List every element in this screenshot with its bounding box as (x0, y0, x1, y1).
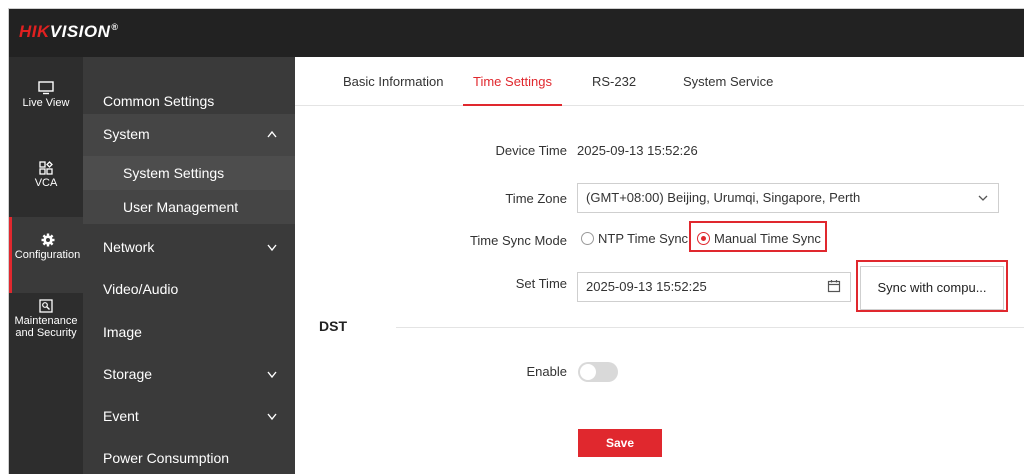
ntp-radio[interactable] (581, 232, 594, 245)
time-sync-mode-label: Time Sync Mode (469, 233, 567, 248)
nav-vca[interactable]: VCA (9, 161, 83, 225)
maintenance-icon (39, 299, 53, 313)
chevron-down-icon (267, 244, 277, 252)
menu-item-system-settings[interactable]: System Settings (83, 156, 295, 190)
nav-maintenance[interactable]: Maintenance and Security (9, 299, 83, 359)
logo-text-red: HIK (19, 22, 50, 41)
menu-item-video-audio-label: Video/Audio (103, 281, 179, 297)
brand-logo: HIKVISION® (19, 22, 119, 42)
chevron-down-icon (267, 371, 277, 379)
settings-menu: Common Settings System System Settings U… (83, 57, 295, 474)
tab-time-settings[interactable]: Time Settings (463, 57, 562, 106)
main-content: Basic Information Time Settings RS-232 S… (295, 57, 1024, 474)
top-bar: HIKVISION® (9, 9, 1024, 57)
chevron-down-icon (978, 195, 988, 201)
manual-sync-highlight-box (689, 221, 827, 252)
dst-enable-toggle[interactable] (578, 362, 618, 382)
menu-item-power-consumption[interactable]: Power Consumption (83, 438, 295, 474)
menu-item-common-settings-label: Common Settings (103, 93, 215, 109)
menu-item-image-label: Image (103, 324, 142, 340)
menu-item-video-audio[interactable]: Video/Audio (83, 269, 295, 309)
menu-item-user-management-label: User Management (123, 199, 239, 215)
menu-item-system[interactable]: System (83, 114, 295, 156)
nav-configuration-label: Configuration (14, 249, 81, 261)
chevron-down-icon (267, 413, 277, 421)
set-time-label: Set Time (515, 276, 567, 291)
menu-item-system-settings-label: System Settings (123, 165, 225, 181)
device-time-value: 2025-09-13 15:52:26 (577, 143, 698, 158)
nav-live-view[interactable]: Live View (9, 81, 83, 145)
time-zone-value: (GMT+08:00) Beijing, Urumqi, Singapore, … (586, 190, 861, 205)
gear-icon (41, 233, 54, 247)
dst-section-title: DST (319, 318, 347, 334)
section-divider (396, 327, 1024, 328)
menu-item-event-label: Event (103, 408, 139, 424)
chevron-up-icon (267, 130, 277, 138)
calendar-icon[interactable] (827, 279, 841, 293)
nav-configuration[interactable]: Configuration (9, 217, 83, 293)
menu-item-event[interactable]: Event (83, 396, 295, 436)
menu-item-network-label: Network (103, 239, 155, 255)
logo-text-white: VISION (49, 22, 111, 41)
menu-item-power-consumption-label: Power Consumption (103, 450, 230, 466)
nav-vca-label: VCA (34, 177, 58, 189)
nav-live-view-label: Live View (22, 97, 70, 109)
vca-icon (39, 161, 53, 175)
dst-enable-label: Enable (526, 364, 567, 379)
nav-maintenance-label: Maintenance and Security (14, 315, 78, 339)
set-time-value: 2025-09-13 15:52:25 (586, 279, 707, 294)
tab-bar: Basic Information Time Settings RS-232 S… (295, 57, 1024, 106)
sync-button-highlight-box (856, 260, 1008, 312)
menu-item-storage[interactable]: Storage (83, 354, 295, 394)
tab-basic-information[interactable]: Basic Information (333, 57, 453, 106)
menu-item-system-label: System (103, 126, 150, 142)
menu-item-user-management[interactable]: User Management (83, 190, 295, 224)
device-time-label: Device Time (495, 143, 567, 158)
tab-system-service[interactable]: System Service (673, 57, 783, 106)
time-zone-select[interactable]: (GMT+08:00) Beijing, Urumqi, Singapore, … (577, 183, 999, 213)
time-zone-label: Time Zone (505, 191, 567, 206)
menu-item-image[interactable]: Image (83, 312, 295, 352)
tab-rs232[interactable]: RS-232 (582, 57, 646, 106)
app-window: HIKVISION® Live View VCA Configuration M… (8, 8, 1024, 474)
monitor-icon (38, 81, 54, 95)
set-time-input[interactable]: 2025-09-13 15:52:25 (577, 272, 851, 302)
primary-nav: Live View VCA Configuration Maintenance … (9, 57, 83, 474)
save-button[interactable]: Save (578, 429, 662, 457)
menu-item-network[interactable]: Network (83, 227, 295, 267)
ntp-option-label: NTP Time Sync (598, 231, 689, 246)
logo-registered-mark: ® (111, 22, 119, 33)
menu-item-storage-label: Storage (103, 366, 153, 382)
ntp-time-sync-option[interactable]: NTP Time Sync (581, 231, 688, 246)
